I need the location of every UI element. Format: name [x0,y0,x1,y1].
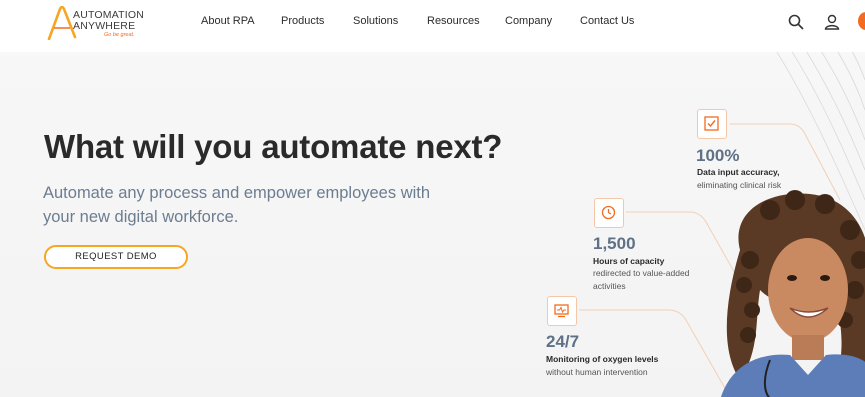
stat-3-desc: without human intervention [546,367,648,377]
stat-2-desc: redirected to value-added activities [593,268,690,291]
stat-2-label: Hours of capacity [593,256,665,266]
hero-person-image [721,190,865,397]
stat-2-value: 1,500 [593,234,636,253]
stat-3-icon-box [547,296,577,326]
monitor-icon [554,304,569,318]
stat-1-icon-box [697,109,727,139]
stat-2-icon-box [594,198,624,228]
checkbox-icon [704,116,719,131]
stat-3-value: 24/7 [546,332,580,351]
stat-3-label: Monitoring of oxygen levels [546,354,659,364]
stat-1-label: Data input accuracy, [697,167,780,177]
page: AUTOMATION ANYWHERE Go be great. About R… [0,0,865,397]
clock-icon [601,205,616,220]
stat-1-value: 100% [696,146,740,165]
